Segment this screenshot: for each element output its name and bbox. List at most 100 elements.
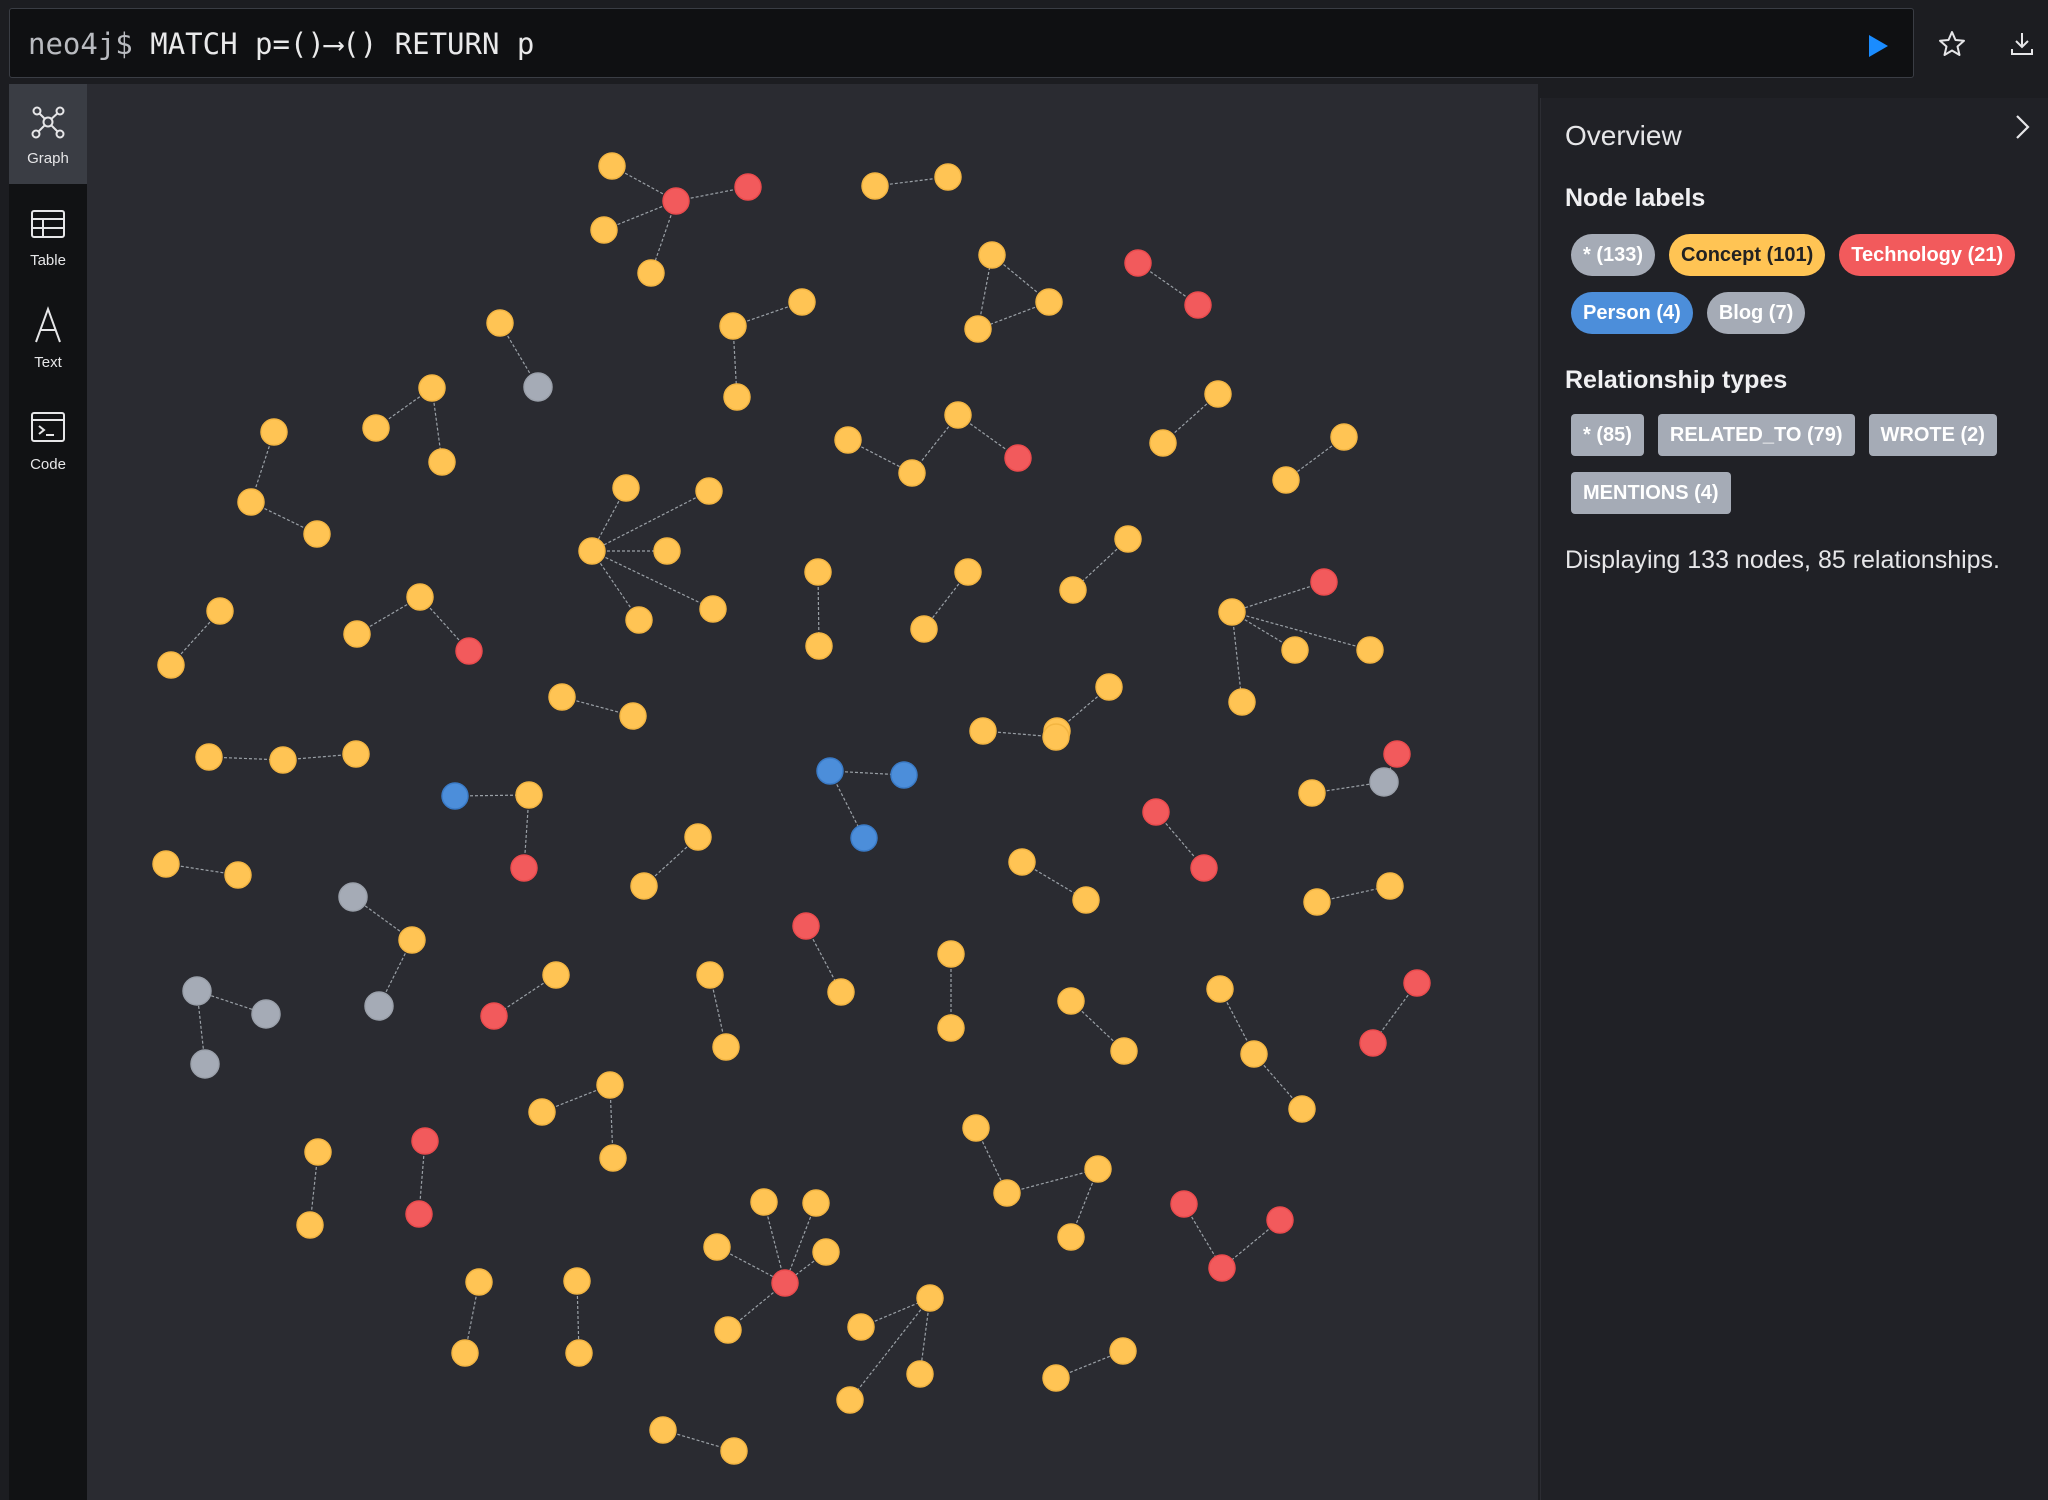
graph-node[interactable] xyxy=(486,309,514,337)
graph-node[interactable] xyxy=(260,418,288,446)
query-editor[interactable]: neo4j$ MATCH p=()⟶() RETURN p xyxy=(9,8,1914,78)
graph-node[interactable] xyxy=(750,1188,778,1216)
graph-node[interactable] xyxy=(1240,1040,1268,1068)
graph-edge[interactable] xyxy=(1006,1168,1099,1194)
graph-node[interactable] xyxy=(962,1114,990,1142)
graph-node[interactable] xyxy=(1281,636,1309,664)
graph-node[interactable] xyxy=(695,477,723,505)
node-label-chip[interactable]: Technology (21) xyxy=(1839,234,2016,276)
graph-node[interactable] xyxy=(719,312,747,340)
graph-node[interactable] xyxy=(788,288,816,316)
graph-node[interactable] xyxy=(684,823,712,851)
graph-node[interactable] xyxy=(1124,249,1152,277)
graph-node[interactable] xyxy=(699,595,727,623)
graph-node[interactable] xyxy=(703,1233,731,1261)
graph-node[interactable] xyxy=(969,717,997,745)
graph-edge[interactable] xyxy=(591,550,714,610)
graph-canvas[interactable] xyxy=(87,84,1538,1500)
graph-node[interactable] xyxy=(411,1127,439,1155)
graph-node[interactable] xyxy=(827,978,855,1006)
graph-node[interactable] xyxy=(515,781,543,809)
graph-node[interactable] xyxy=(964,315,992,343)
graph-node[interactable] xyxy=(792,912,820,940)
graph-node[interactable] xyxy=(1208,1254,1236,1282)
graph-edge[interactable] xyxy=(591,490,710,552)
graph-node[interactable] xyxy=(1008,848,1036,876)
graph-node[interactable] xyxy=(734,173,762,201)
graph-node[interactable] xyxy=(937,940,965,968)
graph-node[interactable] xyxy=(812,1238,840,1266)
nav-code[interactable]: Code xyxy=(9,390,87,490)
star-icon[interactable] xyxy=(1936,28,1968,60)
graph-node[interactable] xyxy=(542,961,570,989)
graph-node[interactable] xyxy=(1035,288,1063,316)
graph-node[interactable] xyxy=(619,702,647,730)
graph-node[interactable] xyxy=(1359,1029,1387,1057)
graph-node[interactable] xyxy=(1149,429,1177,457)
graph-node[interactable] xyxy=(1084,1155,1112,1183)
graph-node[interactable] xyxy=(599,1144,627,1172)
graph-node[interactable] xyxy=(1170,1190,1198,1218)
graph-node[interactable] xyxy=(269,746,297,774)
graph-node[interactable] xyxy=(1298,779,1326,807)
graph-node[interactable] xyxy=(1288,1095,1316,1123)
graph-node[interactable] xyxy=(1072,886,1100,914)
graph-node[interactable] xyxy=(565,1339,593,1367)
graph-node[interactable] xyxy=(944,401,972,429)
graph-node[interactable] xyxy=(910,615,938,643)
query-text[interactable]: neo4j$ MATCH p=()⟶() RETURN p xyxy=(28,27,534,61)
graph-edge[interactable] xyxy=(1231,581,1325,613)
graph-node[interactable] xyxy=(598,152,626,180)
graph-node[interactable] xyxy=(816,757,844,785)
graph-node[interactable] xyxy=(937,1014,965,1042)
graph-node[interactable] xyxy=(978,241,1006,269)
graph-node[interactable] xyxy=(596,1071,624,1099)
graph-node[interactable] xyxy=(480,1002,508,1030)
graph-node[interactable] xyxy=(696,961,724,989)
relationship-type-chip[interactable]: * (85) xyxy=(1571,414,1644,456)
graph-node[interactable] xyxy=(510,854,538,882)
graph-node[interactable] xyxy=(1403,969,1431,997)
graph-node[interactable] xyxy=(1110,1037,1138,1065)
graph-node[interactable] xyxy=(954,558,982,586)
graph-node[interactable] xyxy=(303,520,331,548)
graph-node[interactable] xyxy=(1356,636,1384,664)
graph-node[interactable] xyxy=(934,163,962,191)
graph-node[interactable] xyxy=(1383,740,1411,768)
graph-node[interactable] xyxy=(1330,423,1358,451)
graph-node[interactable] xyxy=(861,172,889,200)
graph-node[interactable] xyxy=(637,259,665,287)
node-label-chip[interactable]: * (133) xyxy=(1571,234,1656,276)
graph-node[interactable] xyxy=(1057,1223,1085,1251)
graph-node[interactable] xyxy=(805,632,833,660)
graph-node[interactable] xyxy=(1004,444,1032,472)
graph-node[interactable] xyxy=(590,216,618,244)
graph-node[interactable] xyxy=(712,1033,740,1061)
graph-node[interactable] xyxy=(847,1313,875,1341)
graph-node[interactable] xyxy=(398,926,426,954)
graph-node[interactable] xyxy=(343,620,371,648)
graph-node[interactable] xyxy=(906,1360,934,1388)
graph-node[interactable] xyxy=(804,558,832,586)
graph-node[interactable] xyxy=(1204,380,1232,408)
graph-node[interactable] xyxy=(1042,1364,1070,1392)
graph-node[interactable] xyxy=(1142,798,1170,826)
graph-node[interactable] xyxy=(714,1316,742,1344)
graph-node[interactable] xyxy=(662,187,690,215)
graph-node[interactable] xyxy=(1310,568,1338,596)
graph-node[interactable] xyxy=(1376,872,1404,900)
graph-node[interactable] xyxy=(405,1200,433,1228)
graph-node[interactable] xyxy=(1095,673,1123,701)
graph-node[interactable] xyxy=(834,426,862,454)
graph-node[interactable] xyxy=(428,448,456,476)
graph-node[interactable] xyxy=(195,743,223,771)
graph-node[interactable] xyxy=(304,1138,332,1166)
graph-node[interactable] xyxy=(206,597,234,625)
graph-node[interactable] xyxy=(612,474,640,502)
graph-node[interactable] xyxy=(771,1269,799,1297)
graph-node[interactable] xyxy=(802,1189,830,1217)
graph-node[interactable] xyxy=(1042,723,1070,751)
graph-node[interactable] xyxy=(1057,987,1085,1015)
graph-node[interactable] xyxy=(523,372,553,402)
graph-node[interactable] xyxy=(1206,975,1234,1003)
